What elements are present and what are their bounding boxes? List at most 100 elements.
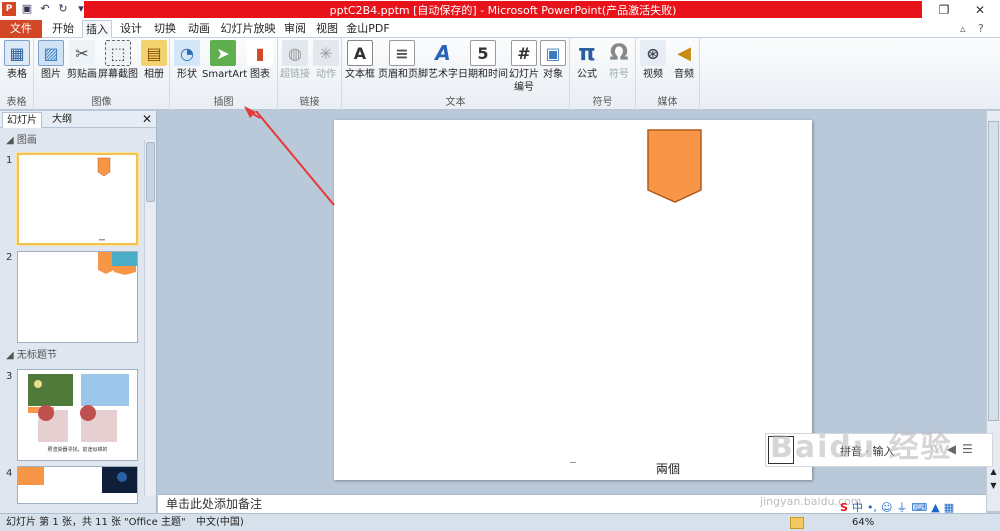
slide-number: 1	[6, 155, 13, 166]
tab-transitions[interactable]: 切换	[150, 20, 180, 38]
annotation-arrow-head	[244, 106, 261, 119]
quick-access-toolbar: P ▣ ↶ ↻ ▾	[2, 2, 88, 16]
textbox-button[interactable]: A 文本框	[344, 40, 376, 81]
slide-thumbnail[interactable]: 照渲染器寻找，前途似锦的	[17, 369, 138, 461]
clipart-button[interactable]: ✂ 剪贴画	[66, 40, 98, 81]
theme-status[interactable]: "Office 主题"	[124, 514, 186, 531]
help-icon[interactable]: ?	[978, 22, 984, 35]
section-header[interactable]: ◢ 无标题节	[0, 348, 144, 364]
tab-insert[interactable]: 插入	[82, 20, 112, 39]
header-footer-button[interactable]: ≡ 页眉和页脚	[378, 40, 428, 81]
picture-button[interactable]: ▨ 图片	[37, 40, 65, 81]
ime-mode[interactable]: 中	[852, 499, 863, 515]
scroll-down-icon[interactable]: ▼	[987, 481, 1000, 490]
ime-emoji-icon[interactable]: ☺	[881, 501, 892, 514]
group-symbols: π 公式 Ω 符号 符号	[570, 38, 636, 110]
restore-icon[interactable]: ❐	[936, 2, 952, 18]
symbol-button[interactable]: Ω 符号	[604, 40, 634, 81]
close-icon[interactable]: ✕	[972, 2, 988, 18]
slide-footer-text: 兩個	[656, 462, 681, 476]
window-title: pptC2B4.pptm [自动保存的] - Microsoft PowerPo…	[329, 4, 677, 17]
tab-view[interactable]: 视图	[312, 20, 342, 38]
action-button[interactable]: ✳ 动作	[312, 40, 340, 81]
datetime-button[interactable]: 5 日期和时间	[458, 40, 508, 81]
language-status[interactable]: 中文(中国)	[196, 514, 244, 531]
table-icon: ▦	[4, 40, 30, 66]
hyperlink-button[interactable]: ◍ 超链接	[280, 40, 310, 81]
object-button[interactable]: ▣ 对象	[540, 40, 566, 81]
scroll-thumb[interactable]	[146, 142, 155, 202]
calendar-icon: 5	[470, 40, 496, 66]
header-footer-icon: ≡	[389, 40, 415, 66]
title-bar: P ▣ ↶ ↻ ▾ pptC2B4.pptm [自动保存的] - Microso…	[0, 0, 1000, 20]
slide-number-button[interactable]: # 幻灯片 编号	[508, 40, 540, 94]
tab-kingsoft-pdf[interactable]: 金山PDF	[344, 20, 392, 38]
screenshot-button[interactable]: ⬚ 屏幕截图	[98, 40, 138, 81]
powerpoint-app-icon[interactable]: P	[2, 2, 16, 16]
close-icon[interactable]: ✕	[142, 112, 152, 126]
slide-thumbnail[interactable]	[17, 466, 138, 504]
globe-icon: ◍	[282, 40, 308, 66]
scroll-thumb[interactable]	[988, 121, 999, 421]
tab-slideshow[interactable]: 幻灯片放映	[218, 20, 278, 38]
section-header[interactable]: ◢ 图画	[0, 133, 144, 149]
slide-number: 2	[6, 252, 13, 263]
ime-toolbar: S 中 •, ☺ ⏚ ⌨ ▲ ▦	[840, 498, 990, 516]
picture-icon: ▨	[38, 40, 64, 66]
album-icon: ▤	[141, 40, 167, 66]
normal-view-icon[interactable]	[790, 517, 804, 529]
baidu-watermark: Baidu 经验	[770, 430, 953, 465]
sogou-icon[interactable]: S	[840, 501, 848, 514]
smartart-button[interactable]: ➤ SmartArt	[202, 40, 247, 81]
wordart-icon: A	[435, 41, 451, 65]
tab-animations[interactable]: 动画	[184, 20, 214, 38]
ime-keyboard-icon[interactable]: ⌨	[911, 501, 927, 514]
video-button[interactable]: ⊛ 视频	[638, 40, 668, 81]
slide-count-status: 幻灯片 第 1 张，共 11 张	[6, 517, 121, 528]
group-text: A 文本框 ≡ 页眉和页脚 A 艺术字 5 日期和时间 # 幻灯片 编号 ▣ 对…	[342, 38, 570, 110]
slide-thumbnail[interactable]	[17, 153, 138, 245]
save-icon[interactable]: ▣	[20, 2, 34, 16]
tab-home[interactable]: 开始	[48, 20, 78, 38]
tab-file[interactable]: 文件	[0, 20, 42, 38]
slide-number-icon: #	[511, 40, 537, 66]
tab-outline[interactable]: 大纲	[48, 112, 76, 128]
ime-menu-icon[interactable]: ▦	[944, 501, 954, 514]
tab-slides[interactable]: 幻灯片	[2, 112, 42, 128]
action-icon: ✳	[313, 40, 339, 66]
pentagon-shape[interactable]	[647, 129, 702, 203]
ribbon-collapse-icon[interactable]: ▵	[960, 22, 966, 35]
speaker-icon: ◀	[677, 42, 691, 64]
ime-mic-icon[interactable]: ⏚	[896, 499, 907, 515]
film-reel-icon: ⊛	[640, 40, 666, 66]
slides-pane: 幻灯片 大纲 ✕ ◢ 图画 1 2 ◢ 无标题节 3 照渲染器寻找，前途似锦的 …	[0, 111, 157, 513]
equation-button[interactable]: π 公式	[572, 40, 602, 81]
shapes-icon: ◔	[174, 40, 200, 66]
pi-icon: π	[578, 40, 596, 66]
slides-pane-scrollbar[interactable]	[144, 140, 156, 496]
slide-thumbnail[interactable]	[17, 251, 138, 343]
redo-icon[interactable]: ↻	[56, 2, 70, 16]
smartart-icon: ➤	[210, 40, 236, 66]
tab-review[interactable]: 审阅	[280, 20, 310, 38]
slide-2-preview	[98, 252, 137, 275]
ime-skin-icon[interactable]: ▲	[931, 501, 939, 514]
ribbon-tabs: 文件 开始 插入 设计 切换 动画 幻灯片放映 审阅 视图 金山PDF ▵ ?	[0, 20, 1000, 39]
group-media: ⊛ 视频 ◀ 音频 媒体	[636, 38, 700, 110]
omega-icon: Ω	[609, 40, 629, 66]
album-button[interactable]: ▤ 相册	[140, 40, 168, 81]
screenshot-icon: ⬚	[105, 40, 131, 66]
shapes-button[interactable]: ◔ 形状	[172, 40, 202, 81]
chart-button[interactable]: ▮ 图表	[246, 40, 274, 81]
scroll-up-icon[interactable]: ▲	[987, 467, 1000, 476]
slide-1-preview	[97, 157, 111, 241]
undo-icon[interactable]: ↶	[38, 2, 52, 16]
audio-button[interactable]: ◀ 音频	[670, 40, 698, 81]
tab-design[interactable]: 设计	[116, 20, 146, 38]
textbox-icon: A	[347, 40, 373, 66]
clipart-icon: ✂	[69, 40, 95, 66]
zoom-level[interactable]: 64%	[852, 514, 874, 531]
ime-punct-icon[interactable]: •,	[867, 501, 877, 514]
table-button[interactable]: ▦ 表格	[2, 40, 32, 81]
wordart-button[interactable]: A 艺术字	[428, 40, 458, 81]
